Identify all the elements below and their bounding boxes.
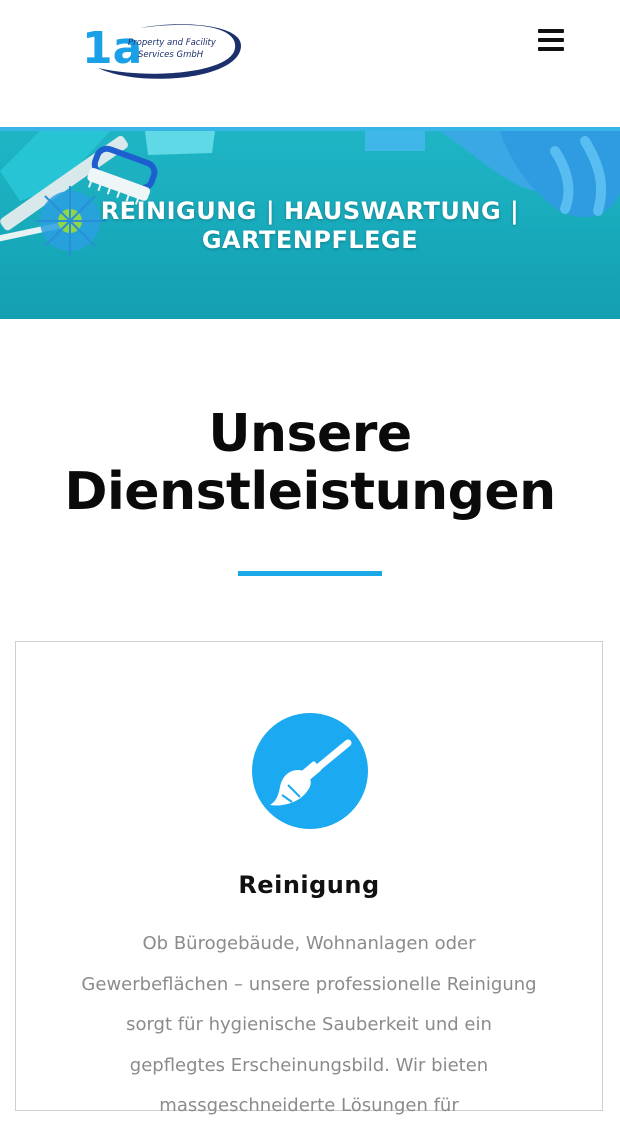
card-description: Ob Bürogebäude, Wohnanlagen oder Gewerbe… <box>81 933 537 1116</box>
logo-graphic: 1a Property and Facility Services GmbH <box>82 23 242 79</box>
service-card-reinigung: Reinigung Ob Bürogebäude, Wohnanlagen od… <box>15 641 603 1116</box>
services-section: Unsere Dienstleistungen Reinigung Ob Bür… <box>0 319 620 1116</box>
title-divider <box>238 571 382 576</box>
logo-line2: Services GmbH <box>138 50 204 60</box>
logo-mark: 1a <box>82 23 142 74</box>
hero-banner: REINIGUNG | HAUSWARTUNG | GARTENPFLEGE <box>0 127 620 319</box>
logo-line1: Property and Facility <box>128 38 217 48</box>
section-title: Unsere Dienstleistungen <box>64 404 556 522</box>
company-logo[interactable]: 1a Property and Facility Services GmbH <box>80 18 245 80</box>
menu-bar <box>538 38 564 42</box>
menu-bar <box>538 47 564 51</box>
menu-bar <box>538 29 564 33</box>
hero-title: REINIGUNG | HAUSWARTUNG | GARTENPFLEGE <box>100 197 520 254</box>
brush-icon <box>252 713 368 829</box>
site-header: 1a Property and Facility Services GmbH <box>0 0 620 127</box>
hamburger-menu-icon[interactable] <box>536 27 566 53</box>
card-title: Reinigung <box>238 871 380 899</box>
